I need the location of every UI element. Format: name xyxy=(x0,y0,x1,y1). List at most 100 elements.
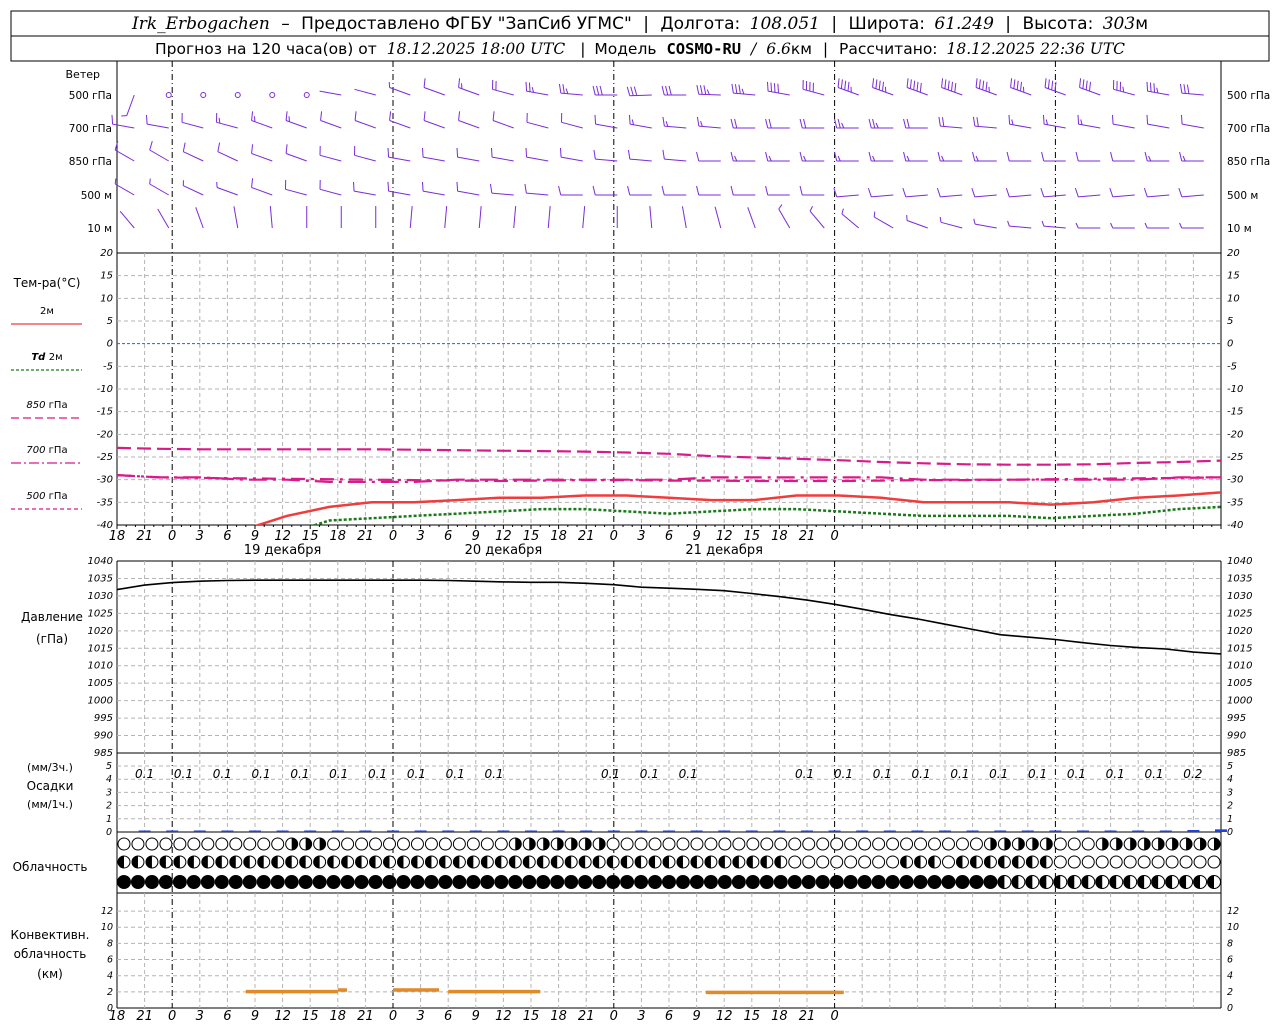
wind-barb-feather xyxy=(873,119,875,128)
wind-barb-feather xyxy=(731,186,733,195)
wind-barb-feather xyxy=(1086,81,1087,90)
wind-barb-feather xyxy=(1145,152,1147,161)
wind-barb-feather xyxy=(700,85,702,94)
conv-tick-left: 4 xyxy=(107,971,113,982)
cloud-symbol-low xyxy=(425,876,438,889)
precip-3h-label: 0.1 xyxy=(601,767,620,781)
time-tick-label: 18 xyxy=(550,529,567,544)
cloud-symbol-high xyxy=(1068,838,1080,850)
precip-tick-left: 5 xyxy=(106,761,112,772)
cloud-symbol-high xyxy=(1054,838,1066,850)
wind-barb-feather xyxy=(526,148,527,157)
wind-barb-feather xyxy=(917,82,918,91)
cloud-symbol-high xyxy=(901,838,913,850)
forecast-start: 18.12.2025 18:00 UTC xyxy=(387,40,566,58)
cloud-symbol-low xyxy=(145,876,158,889)
pressure-tick-left: 1010 xyxy=(88,661,113,672)
cloud-fill-mid xyxy=(230,856,236,868)
wind-barb-feather xyxy=(910,79,911,88)
cloud-fill-mid xyxy=(342,856,348,868)
time-tick-label: 9 xyxy=(251,529,259,544)
wind-barb-feather xyxy=(972,188,975,197)
cloud-symbol-mid xyxy=(789,856,801,868)
wind-barb-feather xyxy=(904,119,906,128)
wind-calm-circle xyxy=(235,93,240,98)
cloud-symbol-low xyxy=(299,876,312,889)
time-tick-label: 0 xyxy=(830,1009,838,1024)
time-tick-label: 0 xyxy=(168,529,176,544)
day-label: 19 декабря xyxy=(244,543,322,558)
cloud-fill-high xyxy=(1004,838,1010,850)
cloud-fill-high xyxy=(1200,838,1206,850)
cloud-symbol-high xyxy=(118,838,130,850)
wind-barb-staff xyxy=(748,207,756,228)
temp-tick-left: 15 xyxy=(100,271,113,282)
wind-barb-feather xyxy=(942,78,943,87)
wind-barb-feather xyxy=(1157,88,1158,93)
wind-barb-feather xyxy=(1123,87,1124,92)
cloud-fill-high xyxy=(529,838,535,850)
conv-segment xyxy=(448,990,540,994)
temp-tick-right: -10 xyxy=(1227,384,1243,395)
time-tick-label: 21 xyxy=(578,529,595,544)
wind-barb-feather xyxy=(955,83,956,92)
wind-barb-feather xyxy=(252,144,253,153)
temp-tick-left: -25 xyxy=(97,452,113,463)
cloud-title: Облачность xyxy=(13,860,88,874)
cloud-fill-mid xyxy=(244,856,250,868)
cloud-fill-mid xyxy=(901,856,907,868)
cloud-symbol-low xyxy=(243,876,256,889)
cloud-symbol-low xyxy=(173,876,186,889)
pressure-tick-right: 1005 xyxy=(1227,678,1252,689)
cloud-fill-high xyxy=(1172,838,1178,850)
cloud-symbol-mid xyxy=(942,856,954,868)
wind-barb-feather xyxy=(1144,188,1147,197)
time-tick-label: 6 xyxy=(223,529,231,544)
wind-barb-staff xyxy=(183,152,203,161)
cloud-symbol-low xyxy=(663,876,676,889)
wind-barb-feather xyxy=(218,143,220,152)
cloud-fill-mid xyxy=(956,856,962,868)
wind-barb-staff xyxy=(196,207,204,228)
cloud-fill-mid xyxy=(160,856,166,868)
cloud-symbol-mid xyxy=(1152,856,1164,868)
cloud-fill-mid xyxy=(481,856,487,868)
time-tick-label: 0 xyxy=(830,529,838,544)
cloud-fill-low xyxy=(1208,876,1214,889)
wind-barb-feather xyxy=(1180,84,1181,93)
wind-barb-feather xyxy=(769,156,771,161)
cloud-symbol-low xyxy=(844,876,857,889)
pressure-tick-left: 990 xyxy=(94,731,113,742)
wind-barb-feather xyxy=(1045,78,1046,87)
conv-title-2: облачность xyxy=(14,947,87,961)
wind-barb-staff xyxy=(479,206,481,228)
cloud-fill-mid xyxy=(495,856,501,868)
wind-barb-feather xyxy=(529,83,530,92)
time-tick-label: 15 xyxy=(523,529,540,544)
precip-3h-label: 0.1 xyxy=(950,767,969,781)
time-tick-label: 0 xyxy=(168,1009,176,1024)
wind-barb-feather xyxy=(388,182,389,191)
cloud-symbol-low xyxy=(816,876,829,889)
wind-barb-staff xyxy=(320,155,341,161)
cloud-fill-high xyxy=(990,838,996,850)
wind-barb-feather xyxy=(1081,119,1082,124)
wind-barb-feather xyxy=(631,87,634,96)
wind-barb-feather xyxy=(937,188,940,197)
cloud-fill-high xyxy=(1130,838,1136,850)
precip-bar xyxy=(691,831,703,833)
conv-segment xyxy=(246,990,338,994)
wind-barb-feather xyxy=(800,186,802,195)
wind-barb-feather xyxy=(804,119,806,128)
cloud-symbol-low xyxy=(858,876,871,889)
temp-tick-right: -25 xyxy=(1227,452,1243,463)
wind-barb-feather xyxy=(879,81,880,90)
temp-tick-left: -40 xyxy=(97,520,113,531)
time-tick-label: 21 xyxy=(136,529,153,544)
wind-barb-feather xyxy=(951,82,952,91)
pressure-tick-right: 1000 xyxy=(1227,696,1252,707)
cloud-fill-mid xyxy=(188,856,194,868)
wind-barb-staff xyxy=(1009,226,1031,228)
cloud-fill-mid xyxy=(523,856,529,868)
wind-barb-feather xyxy=(983,81,984,90)
